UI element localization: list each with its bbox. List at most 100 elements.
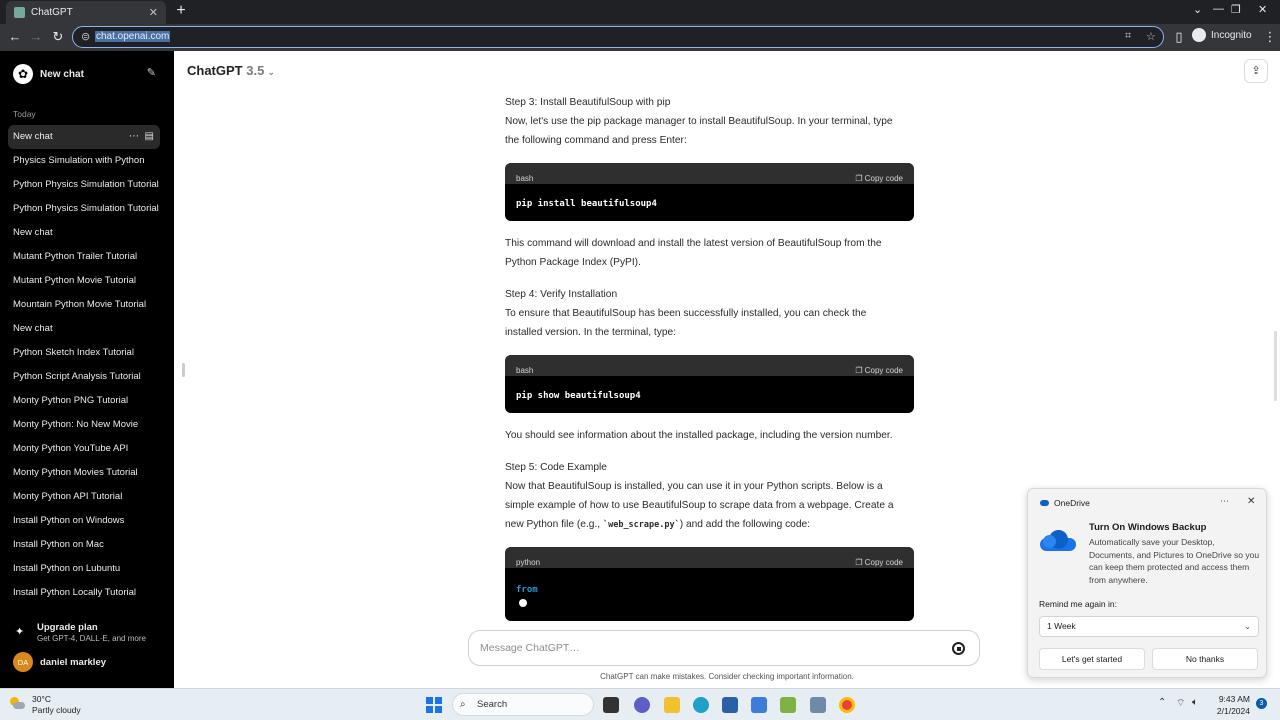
- chat-item[interactable]: Install Python on Lubuntu: [8, 557, 160, 581]
- chat-item[interactable]: Monty Python: No New Movie: [8, 413, 160, 437]
- weather-widget[interactable]: 30°C Partly cloudy: [10, 694, 81, 716]
- time: 9:43 AM: [1218, 694, 1250, 704]
- chat-item[interactable]: Monty Python PNG Tutorial: [8, 389, 160, 413]
- more-options-icon[interactable]: ⋯: [1220, 496, 1229, 507]
- copy-code-button[interactable]: ❐ Copy code: [855, 553, 903, 572]
- network-icon[interactable]: ⌔: [1176, 697, 1185, 710]
- notepad-icon[interactable]: [780, 697, 796, 713]
- more-icon[interactable]: ⋯: [129, 131, 139, 142]
- chatgpt-favicon-icon: [14, 7, 25, 18]
- back-icon[interactable]: ←: [7, 29, 23, 44]
- remind-value: 1 Week: [1047, 621, 1076, 631]
- chat-item[interactable]: Install Python Locally Tutorial: [8, 581, 160, 605]
- copy-code-button[interactable]: ❐ Copy code: [855, 169, 903, 188]
- close-icon[interactable]: ✕: [1247, 496, 1255, 507]
- incognito-profile[interactable]: Incognito: [1192, 28, 1252, 42]
- windows-start-icon[interactable]: [426, 697, 442, 713]
- partly-cloudy-icon: [10, 697, 25, 711]
- chat-item[interactable]: Mutant Python Movie Tutorial: [8, 269, 160, 293]
- forward-icon[interactable]: →: [28, 29, 44, 44]
- chevron-down-icon[interactable]: ⌄: [1193, 3, 1202, 16]
- temperature: 30°C: [32, 694, 51, 704]
- chat-item[interactable]: Mutant Python Trailer Tutorial: [8, 245, 160, 269]
- chat-item[interactable]: Monty Python API Tutorial: [8, 485, 160, 509]
- chat-item[interactable]: Monty Python YouTube API: [8, 437, 160, 461]
- chevron-down-icon: ⌄: [1244, 622, 1251, 631]
- model-selector[interactable]: ChatGPT 3.5 ⌄: [187, 63, 275, 78]
- chevron-up-icon[interactable]: ⌃: [1158, 697, 1166, 708]
- url-text[interactable]: chat.openai.com: [95, 31, 171, 42]
- archive-icon[interactable]: ▤: [145, 131, 154, 142]
- stop-generating-icon[interactable]: [952, 642, 965, 655]
- user-menu[interactable]: DA daniel markley: [13, 652, 106, 672]
- taskbar-search[interactable]: ⌕ Search: [452, 693, 594, 716]
- remind-select[interactable]: 1 Week ⌄: [1039, 616, 1259, 637]
- file-explorer-icon[interactable]: [664, 697, 680, 713]
- window-close-icon[interactable]: ✕: [1258, 3, 1267, 16]
- chrome-icon[interactable]: [839, 697, 855, 713]
- app-icon[interactable]: [810, 697, 826, 713]
- side-panel-icon[interactable]: ▯: [1171, 29, 1187, 45]
- lets-get-started-button[interactable]: Let's get started: [1039, 648, 1145, 670]
- chat-item[interactable]: New chat: [8, 221, 160, 245]
- browser-tab[interactable]: ChatGPT ✕: [6, 1, 166, 24]
- system-clock[interactable]: 9:43 AM 2/1/2024: [1212, 693, 1250, 717]
- code-block: python ❐ Copy code from: [505, 547, 914, 621]
- onedrive-notification: OneDrive ⋯ ✕ Turn On Windows Backup Auto…: [1027, 488, 1267, 678]
- code-language: bash: [516, 174, 534, 183]
- message-input[interactable]: Message ChatGPT…: [480, 642, 580, 654]
- sparkle-icon: ✦: [15, 626, 25, 638]
- minimize-icon[interactable]: —: [1213, 3, 1224, 15]
- scrollbar[interactable]: [1274, 331, 1277, 401]
- browser-toolbar: ← → ↻ ⊜ chat.openai.com ⌗ ☆ ▯ Incognito …: [0, 24, 1280, 51]
- chat-item[interactable]: New chat: [8, 317, 160, 341]
- store-icon[interactable]: [722, 697, 738, 713]
- address-bar[interactable]: ⊜ chat.openai.com ⌗ ☆: [72, 26, 1164, 48]
- search-label: Search: [477, 699, 508, 710]
- new-chat-button[interactable]: ✿ New chat ✎: [8, 62, 160, 86]
- chat-item[interactable]: New chat ⋯ ▤: [8, 125, 160, 149]
- paragraph: installed version. In the terminal, type…: [505, 327, 677, 338]
- text-fragment: new Python file (e.g.,: [505, 519, 603, 530]
- sidebar-toggle-handle[interactable]: [182, 363, 185, 377]
- share-icon[interactable]: ⇪: [1244, 59, 1268, 83]
- chat-item[interactable]: Install Python on Windows: [8, 509, 160, 533]
- chat-item[interactable]: Install Python on Mac: [8, 533, 160, 557]
- chat-item[interactable]: Python Sketch Index Tutorial: [8, 341, 160, 365]
- notification-badge[interactable]: 3: [1256, 698, 1267, 709]
- site-info-icon[interactable]: ⊜: [81, 30, 90, 43]
- edge-browser-icon[interactable]: [693, 697, 709, 713]
- chat-item[interactable]: Mountain Python Movie Tutorial: [8, 293, 160, 317]
- tab-close-icon[interactable]: ✕: [149, 6, 158, 19]
- model-name: ChatGPT: [187, 63, 243, 78]
- code-block-header: python ❐ Copy code: [505, 547, 914, 568]
- paragraph: This command will download and install t…: [505, 238, 882, 249]
- task-view-icon[interactable]: [603, 697, 619, 713]
- message-composer[interactable]: Message ChatGPT…: [468, 630, 980, 666]
- inline-code: `web_scrape.py`: [602, 520, 680, 530]
- volume-icon[interactable]: 🔈︎: [1192, 697, 1198, 708]
- qr-code-icon[interactable]: ⌗: [1125, 30, 1131, 43]
- bookmark-star-icon[interactable]: ☆: [1146, 30, 1156, 43]
- upgrade-subtitle: Get GPT-4, DALL·E, and more: [37, 634, 146, 643]
- chat-item[interactable]: Monty Python Movies Tutorial: [8, 461, 160, 485]
- chat-item[interactable]: Python Script Analysis Tutorial: [8, 365, 160, 389]
- browser-menu-icon[interactable]: ⋮: [1262, 29, 1278, 45]
- step-4-heading: Step 4: Verify Installation: [505, 289, 618, 300]
- edit-icon[interactable]: ✎: [147, 66, 156, 79]
- no-thanks-button[interactable]: No thanks: [1152, 648, 1258, 670]
- chat-actions[interactable]: ⋯ ▤: [129, 125, 154, 149]
- new-tab-icon[interactable]: +: [173, 2, 189, 20]
- chat-item[interactable]: Python Physics Simulation Tutorial: [8, 197, 160, 221]
- chat-item[interactable]: Python Physics Simulation Tutorial: [8, 173, 160, 197]
- clipboard-icon: ❐: [855, 366, 863, 375]
- app-name: OneDrive: [1054, 498, 1090, 508]
- reload-icon[interactable]: ↻: [50, 29, 66, 45]
- clipboard-icon: ❐: [855, 558, 863, 567]
- chat-app-icon[interactable]: [634, 697, 650, 713]
- code-language: python: [516, 558, 541, 567]
- app-icon[interactable]: [751, 697, 767, 713]
- chat-item[interactable]: Physics Simulation with Python: [8, 149, 160, 173]
- copy-code-button[interactable]: ❐ Copy code: [855, 361, 903, 380]
- restore-icon[interactable]: ❐: [1231, 3, 1241, 16]
